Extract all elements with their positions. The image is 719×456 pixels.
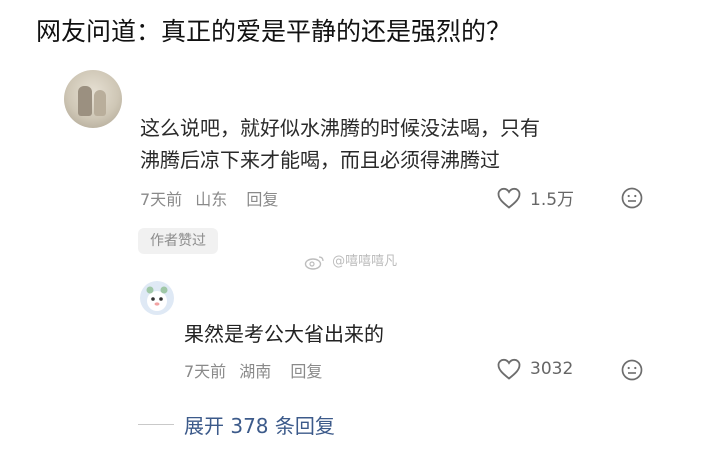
comment-text-line: 这么说吧，就好似水沸腾的时候没法喝，只有 (140, 116, 540, 140)
reply-avatar[interactable] (140, 281, 174, 315)
reply-reply-button[interactable]: 回复 (290, 362, 322, 381)
reply-time: 7天前 (184, 362, 227, 381)
reply-meta: 7天前 湖南 回复 (184, 358, 330, 382)
comment-text: 这么说吧，就好似水沸腾的时候没法喝，只有 沸腾后凉下来才能喝，而且必须得沸腾过 (140, 112, 680, 176)
comment-location: 山东 (195, 190, 228, 209)
comment-text-line: 沸腾后凉下来才能喝，而且必须得沸腾过 (140, 148, 500, 172)
comment-meta: 7天前 山东 回复 (140, 186, 286, 210)
expand-replies-button[interactable]: 展开 378 条回复 (184, 410, 335, 439)
watermark: @嘻嘻嘻凡 (304, 250, 397, 270)
author-liked-badge: 作者赞过 (138, 228, 218, 254)
emoji-icon[interactable] (620, 358, 644, 382)
like-button[interactable]: 1.5万 (496, 185, 574, 210)
reply-location: 湖南 (239, 362, 272, 381)
reply-text: 果然是考公大省出来的 (184, 322, 384, 346)
like-count: 1.5万 (530, 190, 575, 210)
emoji-icon[interactable] (620, 186, 644, 210)
comment-time: 7天前 (140, 190, 183, 209)
weibo-icon (304, 255, 324, 270)
heart-icon (497, 187, 521, 209)
page-title: 网友问道：真正的爱是平静的还是强烈的？ (36, 17, 512, 46)
reply-button[interactable]: 回复 (246, 190, 278, 209)
reply-like-count: 3032 (530, 359, 574, 379)
reply-like-button[interactable]: 3032 (496, 357, 573, 381)
avatar[interactable] (64, 70, 122, 128)
divider (138, 424, 174, 425)
heart-icon (497, 358, 521, 380)
watermark-text: @嘻嘻嘻凡 (332, 254, 398, 269)
